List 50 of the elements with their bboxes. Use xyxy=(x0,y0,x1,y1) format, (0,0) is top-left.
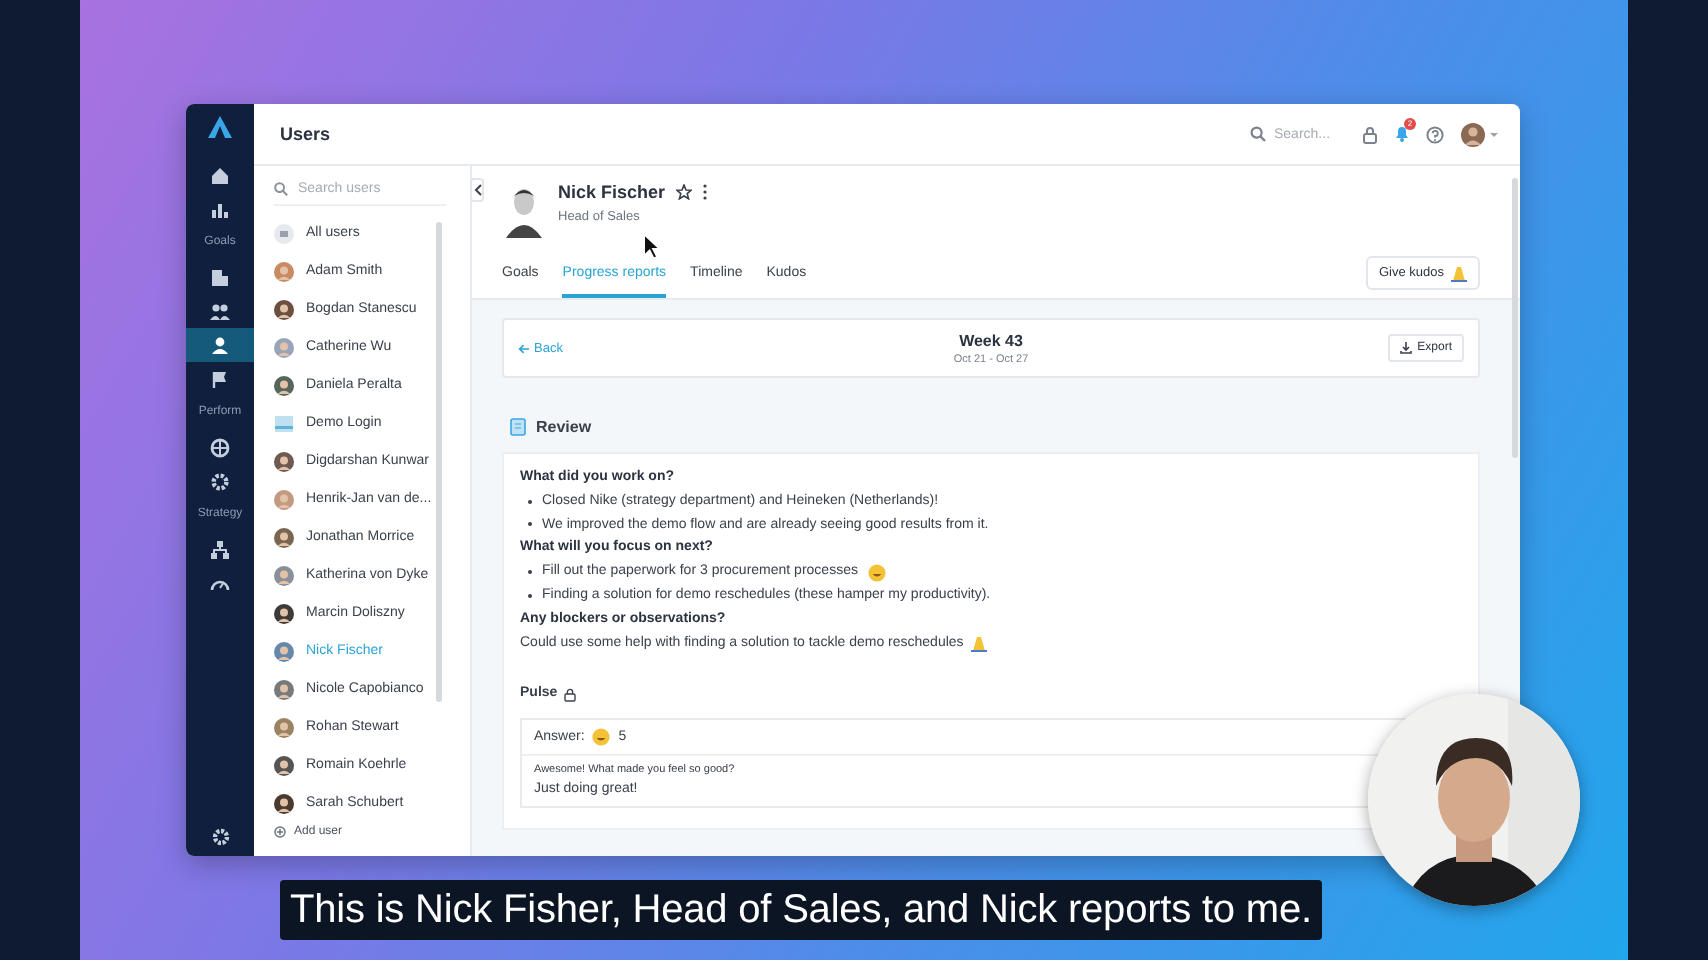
star-icon[interactable] xyxy=(675,184,692,200)
bar-chart-icon[interactable] xyxy=(210,199,230,219)
avatar-icon xyxy=(274,793,294,813)
gear-icon[interactable] xyxy=(210,471,230,491)
section-title: Review xyxy=(536,418,592,436)
logo-icon[interactable] xyxy=(208,116,232,138)
lock-icon xyxy=(563,687,576,702)
avatar-icon xyxy=(274,527,294,547)
avatar-icon xyxy=(274,565,294,585)
building-icon[interactable] xyxy=(210,267,230,287)
cursor-icon xyxy=(642,232,662,260)
avatar-icon[interactable] xyxy=(1460,121,1500,147)
avatar-icon xyxy=(274,299,294,319)
document-icon xyxy=(510,418,526,436)
avatar-icon xyxy=(274,603,294,623)
people-icon[interactable] xyxy=(210,301,230,321)
flag-icon[interactable] xyxy=(210,369,230,389)
bell-icon xyxy=(1394,123,1410,141)
lock-icon[interactable] xyxy=(1362,125,1378,143)
search-icon xyxy=(1250,126,1266,142)
home-icon[interactable] xyxy=(210,165,230,185)
plus-icon xyxy=(274,826,286,838)
settings-icon[interactable] xyxy=(211,828,229,846)
download-icon xyxy=(1399,342,1412,354)
caption-text: This is Nick Fisher, Head of Sales, and Nick reports to me. xyxy=(280,880,1322,940)
avatar-icon xyxy=(274,755,294,775)
week-title: Week 43 xyxy=(957,331,1025,349)
avatar-icon xyxy=(274,451,294,471)
users-icon xyxy=(274,223,294,243)
avatar-icon xyxy=(274,261,294,281)
smiley-icon xyxy=(592,728,611,747)
window-icon xyxy=(274,413,294,433)
more-icon[interactable] xyxy=(701,184,708,200)
avatar-icon xyxy=(274,679,294,699)
globe-icon[interactable] xyxy=(210,437,230,457)
collapse-button[interactable] xyxy=(470,178,484,202)
avatar-icon xyxy=(274,641,294,661)
avatar-icon xyxy=(274,375,294,395)
chevron-left-icon xyxy=(473,184,481,196)
person-icon[interactable] xyxy=(210,335,230,355)
org-chart-icon[interactable] xyxy=(210,539,230,559)
user-name: Nick Fischer xyxy=(558,182,666,202)
avatar-icon xyxy=(274,717,294,737)
help-icon[interactable] xyxy=(1426,125,1444,143)
arrow-left-icon xyxy=(518,343,530,353)
avatar-icon xyxy=(274,337,294,357)
avatar-icon xyxy=(274,489,294,509)
nav-button[interactable] xyxy=(186,328,254,362)
page-title: Users xyxy=(280,124,333,144)
search-icon xyxy=(274,182,288,196)
